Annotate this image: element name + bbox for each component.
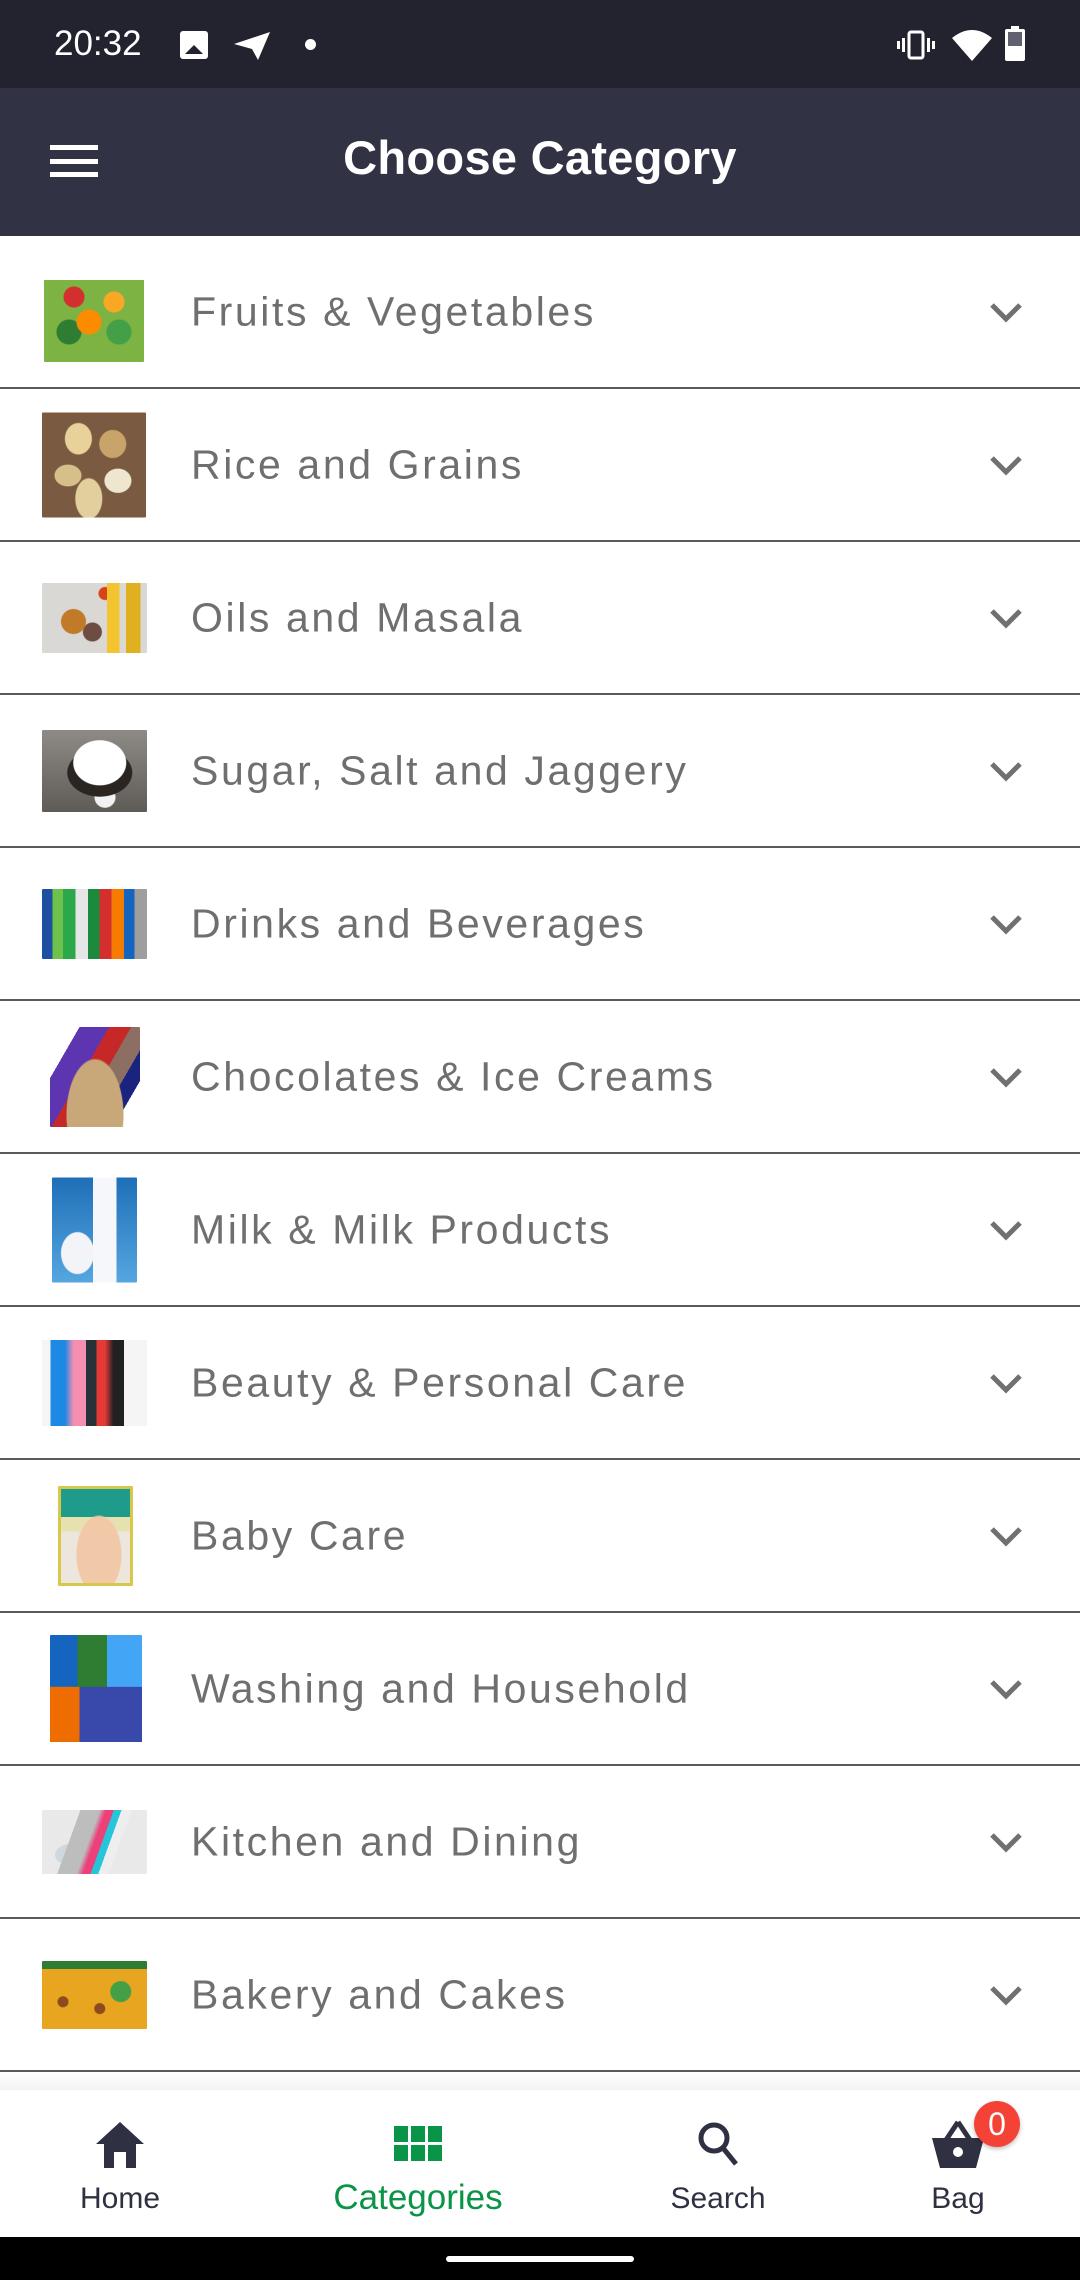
status-bar: 20:32 xyxy=(0,0,1080,88)
system-gesture-bar xyxy=(0,2237,1080,2280)
chevron-down-icon[interactable] xyxy=(988,912,1024,936)
chevron-down-icon[interactable] xyxy=(988,759,1024,783)
kitchen-dining-image xyxy=(42,1809,147,1874)
chevron-down-icon[interactable] xyxy=(988,1065,1024,1089)
gallery-icon xyxy=(180,31,208,59)
nav-label-bag: Bag xyxy=(931,2182,985,2215)
oils-masala-image xyxy=(42,582,147,653)
home-icon xyxy=(96,2122,144,2168)
grid-icon xyxy=(394,2126,442,2161)
category-label: Baby Care xyxy=(191,1512,409,1558)
category-label: Washing and Household xyxy=(191,1665,691,1711)
category-list: Fruits & Vegetables Rice and Grains Oils… xyxy=(0,236,1080,2072)
drinks-beverages-image xyxy=(42,888,147,959)
category-item-fruits-vegetables[interactable]: Fruits & Vegetables xyxy=(0,236,1080,389)
category-item-washing-household[interactable]: Washing and Household xyxy=(0,1613,1080,1766)
beauty-personal-care-image xyxy=(42,1339,147,1426)
page-title: Choose Category xyxy=(343,131,737,184)
chevron-down-icon[interactable] xyxy=(988,606,1024,630)
nav-tab-home[interactable]: Home xyxy=(20,2090,220,2237)
category-item-milk-products[interactable]: Milk & Milk Products xyxy=(0,1154,1080,1307)
category-item-oils-masala[interactable]: Oils and Masala xyxy=(0,542,1080,695)
chevron-down-icon[interactable] xyxy=(988,1677,1024,1701)
bottom-nav: Home Categories Search Bag 0 xyxy=(0,2090,1080,2237)
chevron-down-icon[interactable] xyxy=(988,1830,1024,1854)
category-item-beauty-personal-care[interactable]: Beauty & Personal Care xyxy=(0,1307,1080,1460)
chevron-down-icon[interactable] xyxy=(988,1371,1024,1395)
nav-label-home: Home xyxy=(79,2182,161,2215)
category-label: Chocolates & Ice Creams xyxy=(191,1053,716,1099)
telegram-icon xyxy=(234,32,270,60)
category-item-rice-grains[interactable]: Rice and Grains xyxy=(0,389,1080,542)
notification-dot-icon xyxy=(305,39,316,50)
rice-grains-image xyxy=(42,412,146,517)
nav-tab-categories[interactable]: Categories xyxy=(318,2090,518,2237)
category-label: Fruits & Vegetables xyxy=(191,288,596,334)
home-gesture-handle[interactable] xyxy=(446,2256,634,2262)
nav-tab-bag[interactable]: Bag xyxy=(858,2090,1058,2237)
app-bar: Choose Category xyxy=(0,88,1080,236)
battery-icon xyxy=(1005,26,1025,61)
category-item-chocolates-ice-creams[interactable]: Chocolates & Ice Creams xyxy=(0,1001,1080,1154)
vibrate-icon xyxy=(897,30,935,60)
category-label: Kitchen and Dining xyxy=(191,1818,582,1864)
baby-care-image xyxy=(58,1485,133,1586)
nav-tab-search[interactable]: Search xyxy=(618,2090,818,2237)
category-label: Oils and Masala xyxy=(191,594,524,640)
bag-count-badge: 0 xyxy=(974,2101,1020,2147)
nav-label-categories: Categories xyxy=(333,2178,503,2217)
milk-products-image xyxy=(52,1177,137,1282)
chevron-down-icon[interactable] xyxy=(988,1218,1024,1242)
sugar-salt-image xyxy=(42,729,147,812)
category-label: Milk & Milk Products xyxy=(191,1206,613,1252)
category-label: Sugar, Salt and Jaggery xyxy=(191,747,689,793)
category-label: Beauty & Personal Care xyxy=(191,1359,689,1405)
chocolates-image xyxy=(50,1026,140,1127)
chevron-down-icon[interactable] xyxy=(988,1983,1024,2007)
search-icon xyxy=(698,2122,738,2166)
fruits-vegetables-image xyxy=(44,261,144,362)
nav-label-search: Search xyxy=(670,2182,766,2215)
category-item-drinks-beverages[interactable]: Drinks and Beverages xyxy=(0,848,1080,1001)
bakery-cakes-image xyxy=(42,1960,147,2029)
category-item-sugar-salt-jaggery[interactable]: Sugar, Salt and Jaggery xyxy=(0,695,1080,848)
wifi-icon xyxy=(952,30,992,61)
category-label: Bakery and Cakes xyxy=(191,1971,568,2017)
washing-household-image xyxy=(50,1634,142,1743)
category-label: Drinks and Beverages xyxy=(191,900,647,946)
chevron-down-icon[interactable] xyxy=(988,1524,1024,1548)
chevron-down-icon[interactable] xyxy=(988,453,1024,477)
nav-shadow xyxy=(0,2073,1080,2090)
category-item-kitchen-dining[interactable]: Kitchen and Dining xyxy=(0,1766,1080,1919)
category-item-baby-care[interactable]: Baby Care xyxy=(0,1460,1080,1613)
category-item-bakery-cakes[interactable]: Bakery and Cakes xyxy=(0,1919,1080,2072)
chevron-down-icon[interactable] xyxy=(988,300,1024,324)
status-time: 20:32 xyxy=(54,24,142,63)
category-label: Rice and Grains xyxy=(191,441,524,487)
